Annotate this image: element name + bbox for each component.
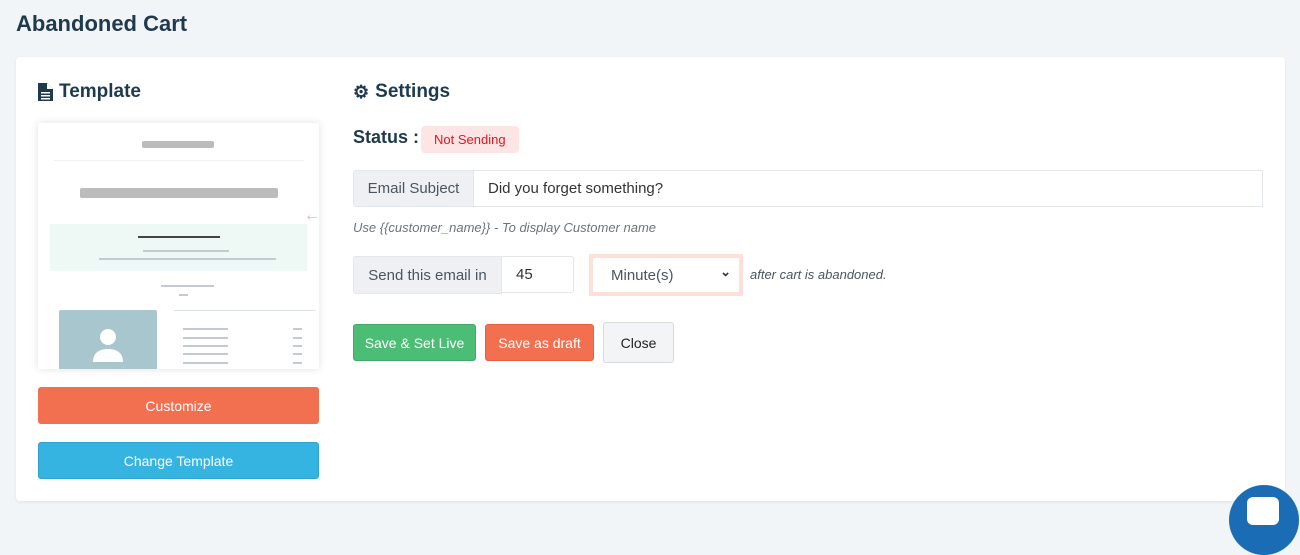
template-heading-text: Template [59, 81, 142, 102]
change-template-button[interactable]: Change Template [38, 442, 319, 479]
save-set-live-button[interactable]: Save & Set Live [353, 324, 476, 361]
chevron-down-icon: ⌄ [720, 264, 731, 279]
subject-hint: Use {{customer_name}} - To display Custo… [353, 220, 657, 235]
status-label: Status : [353, 127, 420, 147]
page-title: Abandoned Cart [16, 11, 188, 36]
arrow-left-icon: ← [304, 207, 319, 224]
settings-heading: ⚙ Settings [353, 81, 450, 103]
gear-icon: ⚙ [353, 81, 370, 102]
email-subject-input[interactable]: Did you forget something? [473, 170, 1263, 207]
save-draft-button[interactable]: Save as draft [485, 324, 594, 361]
file-icon [38, 83, 53, 101]
delay-suffix: after cart is abandoned. [750, 267, 887, 282]
delay-value-input[interactable]: 45 [501, 256, 574, 293]
delay-unit-select[interactable]: Minute(s) ⌄ [589, 254, 743, 296]
delay-unit-value: Minute(s) [611, 266, 674, 284]
send-delay-label: Send this email in [353, 256, 502, 294]
abandoned-cart-card: Template ← Customize Change Template ⚙ S… [16, 57, 1285, 501]
avatar-placeholder [59, 310, 157, 369]
email-subject-label: Email Subject [353, 170, 474, 207]
chat-icon [1247, 497, 1279, 525]
customize-button[interactable]: Customize [38, 387, 319, 424]
settings-heading-text: Settings [375, 81, 451, 102]
template-preview[interactable]: ← [38, 123, 319, 369]
status-badge: Not Sending [421, 126, 519, 153]
template-heading: Template [38, 81, 141, 103]
chat-widget-button[interactable] [1229, 485, 1299, 555]
user-icon [93, 329, 123, 362]
close-button[interactable]: Close [603, 322, 674, 363]
